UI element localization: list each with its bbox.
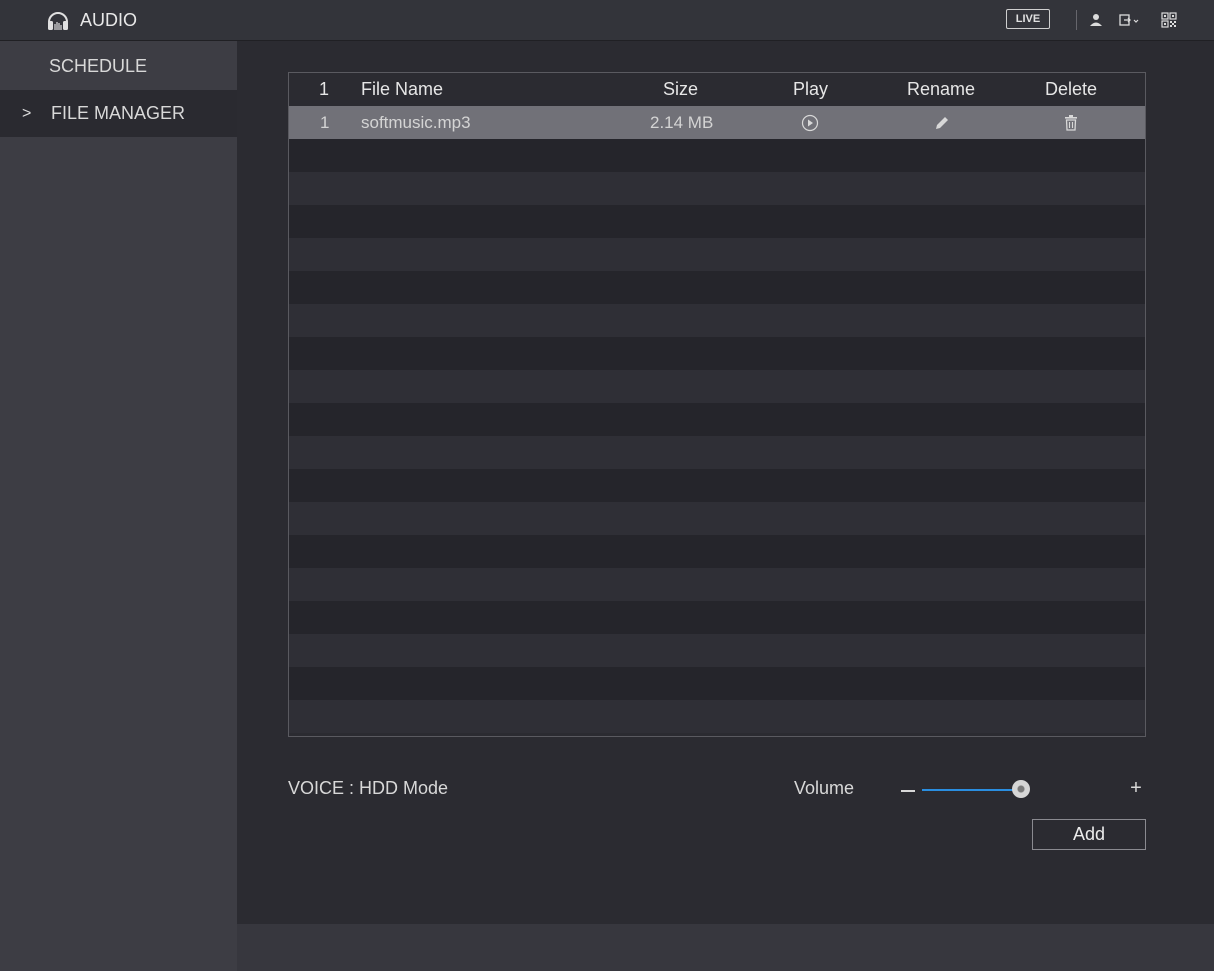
file-table: 1 File Name Size Play Rename Delete 1 so… — [288, 72, 1146, 737]
table-row[interactable] — [289, 337, 1145, 370]
table-row[interactable] — [289, 634, 1145, 667]
chevron-right-icon: > — [22, 104, 32, 122]
table-row[interactable] — [289, 172, 1145, 205]
table-row[interactable] — [289, 601, 1145, 634]
table-row[interactable] — [289, 271, 1145, 304]
table-row[interactable] — [289, 304, 1145, 337]
header-delete: Delete — [1045, 79, 1098, 99]
header-play: Play — [793, 79, 829, 99]
sidebar-item-label: SCHEDULE — [49, 56, 148, 76]
play-icon[interactable] — [801, 114, 819, 132]
table-row[interactable] — [289, 502, 1145, 535]
table-row[interactable]: 1 softmusic.mp3 2.14 MB — [289, 106, 1145, 139]
qr-code-icon[interactable] — [1161, 12, 1177, 28]
sidebar: SCHEDULE > FILE MANAGER — [0, 41, 237, 971]
table-header: 1 File Name Size Play Rename Delete — [289, 73, 1145, 107]
volume-decrease-button[interactable] — [901, 790, 915, 792]
footer-bar — [237, 924, 1214, 971]
row-file-name: softmusic.mp3 — [361, 113, 471, 132]
table-row[interactable] — [289, 667, 1145, 700]
header-index[interactable]: 1 — [319, 73, 329, 106]
table-row[interactable] — [289, 568, 1145, 601]
volume-slider-track[interactable] — [922, 789, 1020, 791]
user-icon[interactable] — [1088, 12, 1104, 28]
headphones-icon — [48, 12, 68, 30]
table-row[interactable] — [289, 700, 1145, 733]
live-button[interactable]: LIVE — [1006, 9, 1050, 29]
delete-trash-icon[interactable] — [1063, 114, 1079, 132]
app-title: AUDIO — [46, 0, 137, 40]
volume-increase-button[interactable]: + — [1126, 776, 1146, 800]
table-row[interactable] — [289, 205, 1145, 238]
table-row[interactable] — [289, 139, 1145, 172]
table-row[interactable] — [289, 436, 1145, 469]
sidebar-item-schedule[interactable]: SCHEDULE — [0, 43, 237, 90]
table-row[interactable] — [289, 238, 1145, 271]
table-row[interactable] — [289, 535, 1145, 568]
row-size: 2.14 MB — [650, 113, 714, 132]
table-row[interactable] — [289, 469, 1145, 502]
voice-mode-label: VOICE : HDD Mode — [288, 778, 449, 798]
row-index: 1 — [320, 113, 330, 132]
table-row[interactable] — [289, 370, 1145, 403]
rename-pencil-icon[interactable] — [933, 114, 951, 132]
sidebar-item-file-manager[interactable]: > FILE MANAGER — [0, 90, 237, 137]
volume-label: Volume — [794, 778, 855, 798]
add-button[interactable]: Add — [1032, 819, 1146, 850]
sidebar-item-label: FILE MANAGER — [51, 103, 186, 123]
toolbar-divider — [1076, 10, 1077, 30]
header-size: Size — [663, 79, 699, 99]
app-title-text: AUDIO — [80, 9, 138, 30]
header-file-name: File Name — [361, 79, 444, 99]
header-rename: Rename — [907, 79, 976, 99]
volume-slider-handle[interactable] — [1012, 780, 1030, 798]
logout-icon[interactable] — [1118, 12, 1140, 28]
top-bar: AUDIO LIVE — [0, 0, 1214, 41]
table-row[interactable] — [289, 403, 1145, 436]
